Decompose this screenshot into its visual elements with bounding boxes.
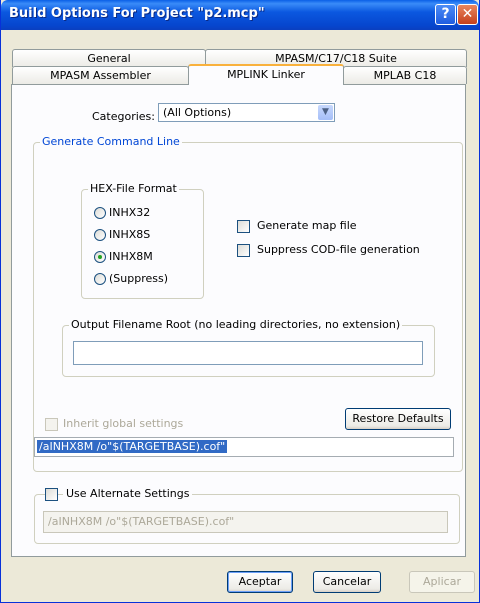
restore-defaults-button[interactable]: Restore Defaults	[345, 408, 451, 430]
use-alternate-label: Use Alternate Settings	[63, 487, 193, 500]
command-line-text: /aINHX8M /o"$(TARGETBASE).cof"	[37, 440, 228, 453]
radio-inhx8s-label: INHX8S	[109, 228, 151, 241]
inherit-global-checkbox[interactable]	[45, 418, 58, 431]
radio-inhx32-label: INHX32	[109, 206, 151, 219]
chevron-down-icon[interactable]: ▼	[318, 105, 333, 120]
tab-mpasm-assembler[interactable]: MPASM Assembler	[12, 66, 189, 84]
close-button[interactable]: ✕	[457, 4, 478, 25]
generate-map-label: Generate map file	[257, 219, 357, 232]
categories-value: (All Options)	[163, 106, 232, 119]
title-bar: Build Options For Project "p2.mcp" ? ✕	[1, 0, 479, 30]
output-filename-root-input[interactable]	[73, 341, 423, 365]
alternate-command-line-text: /aINHX8M /o"$(TARGETBASE).cof"	[48, 515, 235, 528]
radio-inhx32[interactable]	[94, 207, 106, 219]
radio-inhx8s[interactable]	[94, 229, 106, 241]
radio-inhx8m-label: INHX8M	[109, 250, 153, 263]
radio-suppress-label: (Suppress)	[109, 272, 169, 285]
command-line-field[interactable]: /aINHX8M /o"$(TARGETBASE).cof"	[34, 437, 454, 457]
radio-selected-dot	[98, 255, 102, 259]
tab-mplab-c18[interactable]: MPLAB C18	[343, 66, 467, 84]
inherit-global-label: Inherit global settings	[63, 417, 184, 430]
radio-inhx8m[interactable]	[94, 251, 106, 263]
aplicar-button[interactable]: Aplicar	[409, 571, 475, 593]
suppress-cod-checkbox[interactable]	[237, 244, 250, 257]
aceptar-button[interactable]: Aceptar	[227, 571, 293, 593]
help-button[interactable]: ?	[435, 4, 456, 25]
cancelar-button[interactable]: Cancelar	[313, 571, 381, 593]
generate-command-line-title: Generate Command Line	[40, 135, 182, 148]
radio-suppress[interactable]	[94, 273, 106, 285]
use-alternate-checkbox[interactable]	[45, 488, 58, 501]
build-options-dialog: Build Options For Project "p2.mcp" ? ✕ G…	[0, 0, 480, 603]
categories-select[interactable]: (All Options) ▼	[158, 103, 335, 122]
tab-general[interactable]: General	[12, 49, 206, 67]
tab-mplink-linker[interactable]: MPLINK Linker	[188, 64, 344, 85]
hex-file-format-title: HEX-File Format	[88, 182, 179, 195]
alternate-command-line-field[interactable]: /aINHX8M /o"$(TARGETBASE).cof"	[43, 511, 448, 533]
categories-label: Categories:	[92, 110, 155, 123]
suppress-cod-label: Suppress COD-file generation	[257, 243, 420, 256]
generate-map-checkbox[interactable]	[237, 220, 250, 233]
output-filename-root-title: Output Filename Root (no leading directo…	[69, 318, 403, 331]
window-title: Build Options For Project "p2.mcp"	[9, 6, 265, 21]
